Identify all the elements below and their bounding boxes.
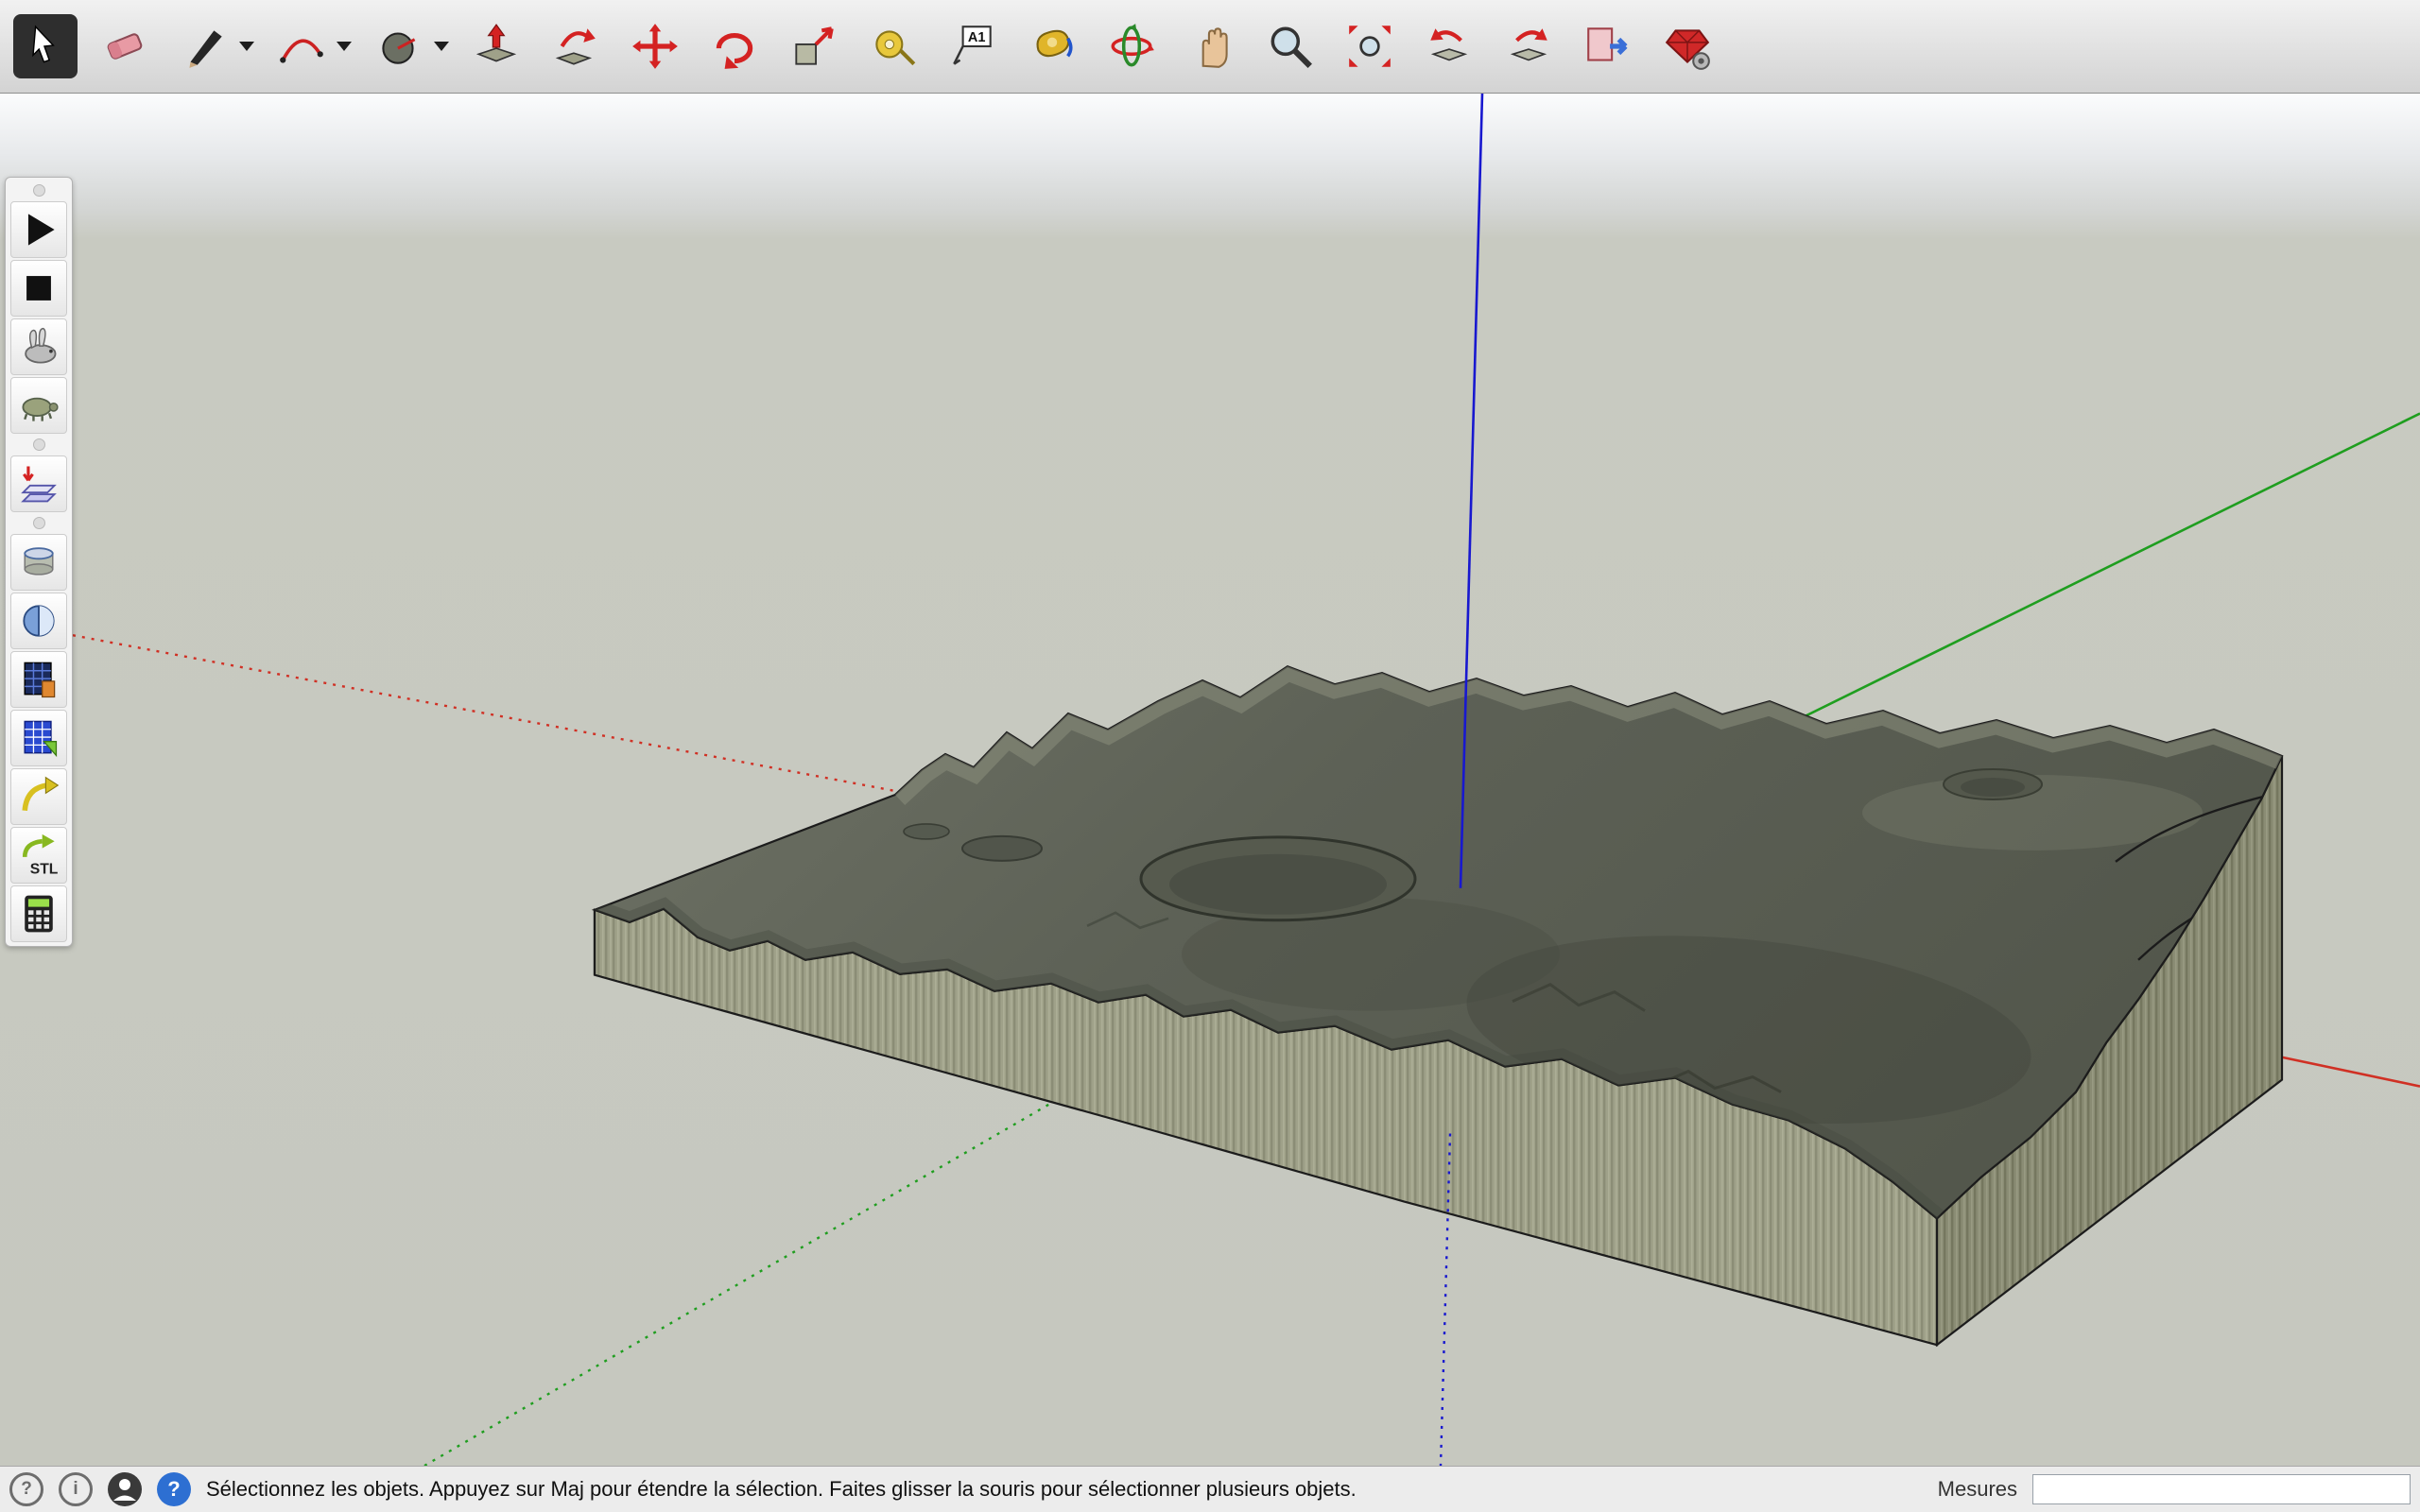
terrain-model[interactable] [595, 666, 2282, 1345]
arc-tool-dropdown-caret[interactable] [337, 42, 352, 51]
paint-bucket-icon [1027, 21, 1078, 72]
drape-tool-button[interactable] [10, 455, 67, 512]
orbit-icon [1106, 21, 1157, 72]
sketchup-window: A1 [0, 0, 2420, 1512]
arc-curve-icon [276, 21, 327, 72]
follow-me-icon [550, 21, 601, 72]
orbit-tool[interactable] [1099, 14, 1164, 78]
arc-tool[interactable] [269, 14, 334, 78]
pan-tool[interactable] [1179, 14, 1243, 78]
turtle-icon [16, 383, 61, 428]
scale-tool[interactable] [782, 14, 846, 78]
measurements-input[interactable] [2032, 1474, 2411, 1504]
four-way-arrows-icon [630, 21, 681, 72]
status-bar: ? i ? Sélectionnez les objets. Appuyez s… [0, 1466, 2420, 1512]
instructor-icon[interactable]: i [59, 1472, 93, 1506]
account-icon[interactable] [108, 1472, 142, 1506]
eraser-tool[interactable] [93, 14, 157, 78]
section-plane-button[interactable] [10, 593, 67, 649]
circle-tool-dropdown-caret[interactable] [434, 42, 449, 51]
help-icon[interactable]: ? [9, 1472, 43, 1506]
main-toolbar: A1 [0, 0, 2420, 94]
speed-fast-button[interactable] [10, 318, 67, 375]
stop-icon [16, 266, 61, 311]
zoom-tool[interactable] [1258, 14, 1322, 78]
cursor-arrow-icon [20, 21, 71, 72]
next-view-tool[interactable] [1496, 14, 1561, 78]
arc-tool-group [269, 14, 352, 78]
viewport[interactable]: STL [0, 94, 2420, 1466]
line-tool[interactable] [172, 14, 236, 78]
yellow-flip-arrow-icon [16, 774, 61, 819]
extension-warehouse-tool[interactable] [1655, 14, 1720, 78]
flip-edge-button[interactable] [10, 768, 67, 825]
calculator-icon [16, 891, 61, 936]
scale-arrow-icon [788, 21, 839, 72]
line-tool-dropdown-caret[interactable] [239, 42, 254, 51]
send-to-layout-tool[interactable] [1576, 14, 1640, 78]
terrain-stack-icon [16, 540, 61, 585]
circle-tool[interactable] [367, 14, 431, 78]
tool-palette: STL [5, 177, 73, 947]
rotate-tool[interactable] [702, 14, 767, 78]
text-tool[interactable]: A1 [941, 14, 1005, 78]
magnifier-icon [1265, 21, 1316, 72]
palette-drag-handle[interactable] [33, 184, 45, 197]
measurements-label: Mesures [1938, 1477, 2017, 1502]
calculator-button[interactable] [10, 885, 67, 942]
previous-view-tool[interactable] [1417, 14, 1481, 78]
page-arrow-icon [1582, 21, 1634, 72]
zoom-extents-tool[interactable] [1338, 14, 1402, 78]
move-tool[interactable] [623, 14, 687, 78]
photo-texture-button[interactable] [10, 651, 67, 708]
push-pull-tool[interactable] [464, 14, 528, 78]
red-axis-dotted [73, 635, 895, 791]
hand-icon [1185, 21, 1236, 72]
follow-me-tool[interactable] [544, 14, 608, 78]
paint-bucket-tool[interactable] [1020, 14, 1084, 78]
svg-text:STL: STL [30, 861, 59, 877]
pencil-icon [179, 21, 230, 72]
section-sphere-icon [16, 598, 61, 644]
model-grid-button[interactable] [10, 710, 67, 766]
circle-tool-group [367, 14, 449, 78]
palette-separator-dot [33, 438, 45, 451]
push-pull-icon [471, 21, 522, 72]
svg-text:A1: A1 [968, 30, 986, 45]
play-icon [16, 207, 61, 252]
palette-separator-dot [33, 517, 45, 529]
magnifier-arrows-icon [1344, 21, 1395, 72]
stl-export-icon: STL [16, 833, 61, 878]
stl-export-button[interactable]: STL [10, 827, 67, 884]
drape-layers-icon [16, 461, 61, 507]
blue-grid-building-icon [16, 715, 61, 761]
status-message: Sélectionnez les objets. Appuyez sur Maj… [206, 1477, 1357, 1502]
eraser-icon [99, 21, 150, 72]
person-icon [108, 1472, 142, 1506]
rotate-arrows-icon [709, 21, 760, 72]
tape-measure-tool[interactable] [861, 14, 925, 78]
green-axis-dotted [424, 1098, 1061, 1466]
tape-measure-icon [868, 21, 919, 72]
next-view-icon [1503, 21, 1554, 72]
red-gem-gear-icon [1662, 21, 1713, 72]
rabbit-icon [16, 324, 61, 369]
select-tool[interactable] [13, 14, 78, 78]
text-label-icon: A1 [947, 21, 998, 72]
tip-icon: ? [157, 1472, 191, 1506]
previous-view-icon [1424, 21, 1475, 72]
speed-slow-button[interactable] [10, 377, 67, 434]
building-photo-icon [16, 657, 61, 702]
circle-shape-icon [373, 21, 424, 72]
stop-animation-button[interactable] [10, 260, 67, 317]
terrain-stack-button[interactable] [10, 534, 67, 591]
scene-canvas [0, 94, 2420, 1466]
line-tool-group [172, 14, 254, 78]
play-animation-button[interactable] [10, 201, 67, 258]
